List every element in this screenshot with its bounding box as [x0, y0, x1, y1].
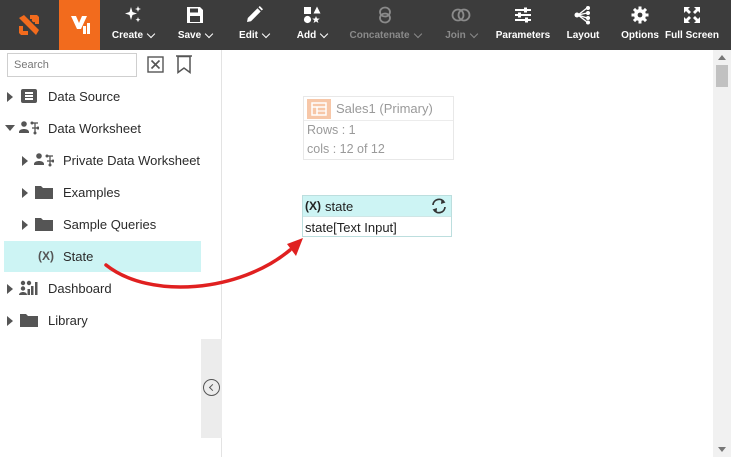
caret-right-icon[interactable]	[7, 316, 13, 326]
close-box-icon	[147, 56, 164, 73]
pencil-icon	[247, 6, 263, 22]
table-block-header[interactable]: Sales1 (Primary)	[304, 97, 453, 121]
layout-tree-icon	[574, 6, 590, 25]
tree-item-label: State	[63, 249, 94, 264]
table-icon	[307, 98, 331, 119]
gear-icon	[631, 6, 649, 24]
worksheet-module-icon[interactable]	[59, 0, 100, 50]
join-button[interactable]: Join	[441, 0, 481, 50]
tree-item-label: Examples	[63, 185, 121, 200]
edit-button[interactable]: Edit	[236, 0, 272, 50]
variable-icon: (X)	[305, 199, 321, 213]
tree-item-examples[interactable]: Examples	[0, 177, 202, 208]
tree-item-state[interactable]: (X) State	[4, 241, 201, 272]
save-label: Save	[177, 30, 202, 41]
tree-item-sample-queries[interactable]: Sample Queries	[0, 209, 202, 240]
caret-right-icon[interactable]	[22, 188, 28, 198]
caret-right-icon[interactable]	[22, 220, 28, 230]
tree-item-label: Library	[48, 313, 88, 328]
shapes-icon	[303, 6, 321, 24]
table-block-title: Sales1 (Primary)	[336, 101, 433, 116]
parameters-label: Parameters	[495, 30, 551, 41]
tree-item-label: Data Source	[48, 89, 121, 104]
floppy-disk-icon	[187, 7, 203, 23]
variable-block-title: state	[325, 198, 354, 214]
caret-right-icon[interactable]	[22, 156, 28, 166]
bookmark-button[interactable]	[176, 55, 192, 74]
add-label: Add	[296, 30, 317, 41]
table-block-rows: Rows : 1	[307, 123, 356, 137]
app-logo-icon[interactable]	[9, 0, 49, 50]
scroll-down-arrow-icon[interactable]	[718, 447, 726, 452]
private-worksheet-icon	[34, 151, 54, 169]
sliders-icon	[515, 7, 531, 23]
clear-search-button[interactable]	[147, 56, 164, 73]
variable-icon: (X)	[38, 249, 54, 263]
caret-down-icon[interactable]	[5, 125, 15, 131]
table-block-sales1[interactable]: Sales1 (Primary) Rows : 1 cols : 12 of 1…	[303, 96, 454, 160]
concatenate-label: Concatenate	[349, 30, 410, 41]
chevron-down-icon	[469, 29, 479, 38]
main-toolbar: Create Save Edit Add Concatenate Join Pa…	[0, 0, 731, 50]
chevron-down-icon	[261, 29, 271, 38]
chevron-down-icon	[204, 29, 214, 38]
tree-item-library[interactable]: Library	[0, 305, 202, 336]
layout-button[interactable]: Layout	[564, 0, 602, 50]
folder-icon	[34, 215, 54, 233]
caret-right-icon[interactable]	[7, 92, 13, 102]
sparkle-icon	[125, 6, 141, 23]
full-screen-button[interactable]: Full Screen	[665, 0, 719, 50]
expand-icon	[684, 7, 700, 23]
tree-item-label: Data Worksheet	[48, 121, 141, 136]
layout-label: Layout	[566, 30, 600, 41]
refresh-button[interactable]	[430, 197, 448, 215]
edit-label: Edit	[239, 30, 258, 41]
variable-block-header[interactable]: (X) state	[303, 196, 451, 216]
tree-item-label: Dashboard	[48, 281, 112, 296]
variable-block-value: state[Text Input]	[303, 216, 451, 237]
tree-item-private-data-worksheet[interactable]: Private Data Worksheet	[0, 145, 202, 176]
tree-item-dashboard[interactable]: Dashboard	[0, 273, 202, 304]
caret-right-icon[interactable]	[7, 284, 13, 294]
chevron-down-icon	[319, 29, 329, 38]
parameters-button[interactable]: Parameters	[495, 0, 551, 50]
tree-item-data-source[interactable]: Data Source	[0, 81, 202, 112]
folder-icon	[19, 311, 39, 329]
repository-sidebar: Data Source Data Worksheet Private Data …	[0, 50, 222, 457]
chevron-left-icon	[208, 383, 217, 392]
worksheet-icon	[19, 119, 39, 137]
data-source-icon	[19, 87, 39, 105]
tree-item-data-worksheet[interactable]: Data Worksheet	[0, 113, 202, 144]
chevron-down-icon	[146, 29, 156, 38]
table-block-cols: cols : 12 of 12	[307, 142, 385, 156]
collapse-sidebar-button[interactable]	[203, 379, 220, 396]
sidebar-collapse-strip	[201, 339, 222, 438]
save-button[interactable]: Save	[175, 0, 215, 50]
tree-item-label: Sample Queries	[63, 217, 157, 232]
variable-block-state[interactable]: (X) state state[Text Input]	[302, 195, 452, 237]
refresh-icon	[432, 198, 446, 214]
scroll-up-arrow-icon[interactable]	[718, 55, 726, 60]
create-button[interactable]: Create	[111, 0, 156, 50]
concatenate-icon	[379, 6, 391, 24]
folder-icon	[34, 183, 54, 201]
tree-item-label: Private Data Worksheet	[63, 153, 201, 168]
options-button[interactable]: Options	[620, 0, 660, 50]
concatenate-button[interactable]: Concatenate	[349, 0, 422, 50]
join-label: Join	[445, 30, 466, 41]
options-label: Options	[621, 30, 659, 41]
scrollbar-thumb[interactable]	[716, 65, 728, 87]
dashboard-icon	[19, 279, 39, 297]
join-icon	[451, 8, 471, 22]
search-input[interactable]	[7, 53, 137, 77]
app-window: Create Save Edit Add Concatenate Join Pa…	[0, 0, 731, 457]
chevron-down-icon	[413, 29, 422, 38]
vertical-scrollbar[interactable]	[713, 50, 731, 457]
full-screen-label: Full Screen	[665, 30, 719, 41]
add-button[interactable]: Add	[294, 0, 330, 50]
worksheet-canvas[interactable]	[223, 50, 713, 457]
create-label: Create	[111, 30, 144, 41]
bookmark-icon	[176, 55, 192, 74]
